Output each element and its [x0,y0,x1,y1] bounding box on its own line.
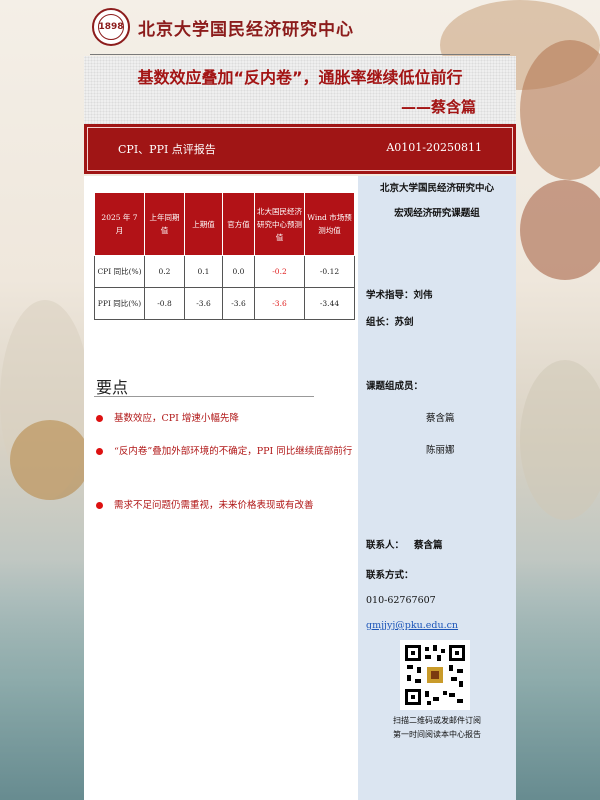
table-header-cell: Wind 市场预测均值 [304,192,355,256]
report-type: CPI、PPI 点评报告 [118,143,216,156]
key-point-item: “反内卷”叠加外部环境的不确定，PPI 同比继续底部前行 [96,441,356,462]
background-foliage [10,420,90,500]
table-cell: -3.44 [304,287,355,320]
qr-caption-line-1: 扫描二维码或发邮件订阅 [393,716,481,725]
sidebar-contact-label: 联系人： [366,540,405,551]
table-cell: -3.6 [222,287,255,320]
key-point-text: 需求不足问题仍需重视，未来价格表现或有改善 [114,500,314,511]
sidebar-org: 北京大学国民经济研究中心 [379,183,494,194]
table-row-label: CPI 同比(%) [94,255,145,288]
table-cell: 0.0 [222,255,255,288]
report-author: ——蔡含篇 [400,98,476,116]
background-foliage [520,180,600,280]
header-logo: 1898 北京大学国民经济研究中心 [92,8,354,46]
key-points-divider [94,396,314,397]
table-cell: 0.1 [184,255,223,288]
qr-code-icon [403,643,467,707]
background-foliage [520,360,600,520]
table-header-cell: 2025 年 7 月 [94,192,145,256]
bullet-icon [96,502,103,509]
key-point-item: 需求不足问题仍需重视，未来价格表现或有改善 [96,495,356,516]
qr-code[interactable] [400,640,470,710]
table-header-row: 2025 年 7 月 上年同期值 上期值 官方值 北大国民经济研究中心预测值 W… [94,192,355,256]
table-header-cell: 上年同期值 [144,192,185,256]
sidebar-leader: 组长：苏剑 [366,317,414,328]
table-row: PPI 同比(%) -0.8 -3.6 -3.6 -3.6 -3.44 [94,287,355,320]
sidebar-group: 宏观经济研究课题组 [394,208,480,219]
university-seal-icon: 1898 [92,8,130,46]
table-header-cell: 北大国民经济研究中心预测值 [254,192,305,256]
key-points-title: 要点 [96,378,129,397]
key-point-text: “反内卷”叠加外部环境的不确定，PPI 同比继续底部前行 [114,446,353,457]
sidebar-member: 蔡含篇 [426,413,455,424]
sidebar-contact: 联系人： 蔡含篇 [366,537,442,551]
sidebar-advisor: 学术指导：刘伟 [366,290,433,301]
key-point-text: 基数效应，CPI 增速小幅先降 [114,413,239,424]
sidebar-email-link[interactable]: gmjjyj@pku.edu.cn [366,620,458,631]
title-block: 基数效应叠加“反内卷”，通胀率继续低位前行 ——蔡含篇 [84,56,516,126]
bullet-icon [96,415,103,422]
table-cell-forecast: -0.2 [254,255,305,288]
table-cell: -3.6 [184,287,223,320]
sidebar-contact-name: 蔡含篇 [413,540,443,551]
header-divider [90,54,510,55]
sidebar-contact-method-label: 联系方式： [366,570,414,581]
forecast-table: 2025 年 7 月 上年同期值 上期值 官方值 北大国民经济研究中心预测值 W… [94,192,355,320]
logo-text: 北京大学国民经济研究中心 [138,19,354,40]
table-cell-forecast: -3.6 [254,287,305,320]
table-header-cell: 上期值 [184,192,223,256]
sidebar-members-label: 课题组成员： [366,381,424,392]
seal-text: 1898 [98,14,124,40]
table-row-label: PPI 同比(%) [94,287,145,320]
table-cell: -0.12 [304,255,355,288]
report-code: A0101-20250811 [386,141,482,154]
bullet-icon [96,448,103,455]
sidebar-member: 陈丽娜 [426,445,455,456]
key-point-item: 基数效应，CPI 增速小幅先降 [96,408,356,429]
report-title: 基数效应叠加“反内卷”，通胀率继续低位前行 [137,68,463,87]
table-row: CPI 同比(%) 0.2 0.1 0.0 -0.2 -0.12 [94,255,355,288]
table-header-cell: 官方值 [222,192,255,256]
sidebar-phone: 010-62767607 [366,595,436,606]
qr-caption-line-2: 第一时间阅读本中心报告 [393,730,481,739]
table-cell: 0.2 [144,255,185,288]
report-banner: CPI、PPI 点评报告 A0101-20250811 [84,124,516,174]
table-cell: -0.8 [144,287,185,320]
